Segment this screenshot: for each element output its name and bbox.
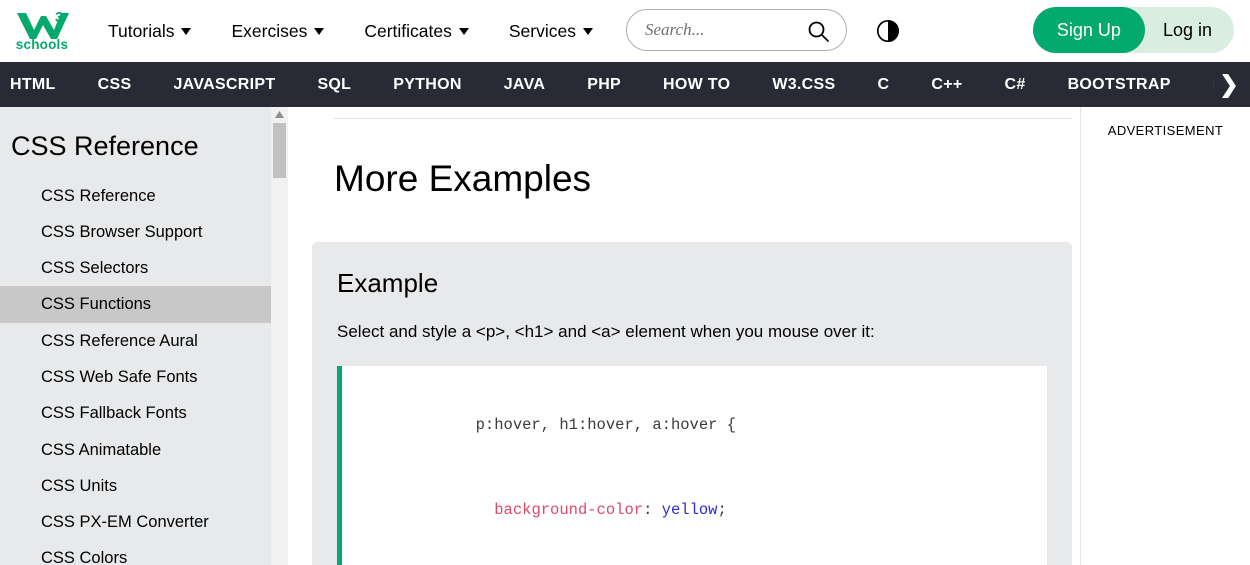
- tab-sql[interactable]: SQL: [317, 76, 351, 94]
- main-content: More Examples Example Select and style a…: [288, 107, 1080, 565]
- sidebar-item-css-functions[interactable]: CSS Functions: [0, 286, 288, 323]
- tab-html[interactable]: HTML: [10, 76, 56, 94]
- tab-javascript[interactable]: JAVASCRIPT: [173, 76, 275, 94]
- nav-item-label: Services: [508, 20, 576, 41]
- example-description: Select and style a <p>, <h1> and <a> ele…: [337, 321, 875, 341]
- tab-bootstrap[interactable]: BOOTSTRAP: [1068, 76, 1171, 94]
- page-title: More Examples: [334, 158, 592, 199]
- sidebar-list: CSS Reference CSS Browser Support CSS Se…: [0, 178, 288, 565]
- w3schools-logo[interactable]: 3 schools: [8, 10, 76, 52]
- code-semicolon: ;: [717, 501, 727, 520]
- svg-text:3: 3: [55, 10, 63, 26]
- nav-item-certificates[interactable]: Certificates: [364, 21, 469, 42]
- tab-c[interactable]: C: [877, 76, 889, 94]
- scroll-up-arrow-icon[interactable]: [271, 107, 288, 121]
- sidebar-item-css-colors[interactable]: CSS Colors: [0, 540, 288, 565]
- logo-w3-icon: 3: [17, 10, 69, 39]
- dark-mode-toggle[interactable]: [876, 19, 900, 43]
- content-top-divider: [334, 118, 1072, 119]
- sign-up-button[interactable]: Sign Up: [1032, 7, 1145, 53]
- advertisement-rail: ADVERTISEMENT: [1080, 107, 1250, 565]
- chevron-down-icon: [582, 27, 593, 35]
- nav-item-tutorials[interactable]: Tutorials: [108, 20, 192, 42]
- example-card: Example Select and style a <p>, <h1> and…: [312, 241, 1072, 565]
- half-circle-contrast-icon: [876, 19, 900, 43]
- chevron-down-icon: [458, 27, 469, 35]
- auth-button-group: Sign Up Log in: [1032, 7, 1234, 53]
- code-property: background-color: [494, 501, 644, 520]
- tab-cplusplus[interactable]: C++: [931, 76, 962, 94]
- sidebar-item-css-fallback-fonts[interactable]: CSS Fallback Fonts: [0, 395, 288, 431]
- code-selector: p:hover, h1:hover, a:hover {: [475, 416, 737, 435]
- nav-item-label: Tutorials: [108, 20, 175, 41]
- search-input[interactable]: [645, 20, 795, 40]
- nav-item-exercises[interactable]: Exercises: [231, 20, 325, 42]
- page-body: CSS Reference CSS Reference CSS Browser …: [0, 107, 1250, 565]
- chevron-down-icon: [314, 27, 325, 35]
- tab-csharp[interactable]: C#: [1005, 76, 1026, 94]
- sidebar-item-css-units[interactable]: CSS Units: [0, 468, 288, 504]
- code-line-2: background-color: yellow;: [364, 468, 1047, 553]
- tab-how-to[interactable]: HOW TO: [663, 76, 730, 94]
- log-in-button[interactable]: Log in: [1145, 7, 1234, 53]
- logo-mark: 3: [15, 10, 69, 40]
- example-heading: Example: [337, 267, 439, 298]
- sidebar-item-css-px-em-converter[interactable]: CSS PX-EM Converter: [0, 504, 288, 540]
- advertisement-label: ADVERTISEMENT: [1107, 123, 1224, 138]
- top-header: 3 schools Tutorials Exercises Certificat…: [0, 0, 1250, 62]
- code-colon: :: [643, 501, 662, 520]
- tab-css[interactable]: CSS: [98, 76, 132, 94]
- code-snippet: p:hover, h1:hover, a:hover { background-…: [337, 365, 1047, 565]
- sidebar-scrollbar-thumb[interactable]: [273, 123, 286, 178]
- sidebar-item-css-animatable[interactable]: CSS Animatable: [0, 432, 288, 468]
- sidebar-item-css-browser-support[interactable]: CSS Browser Support: [0, 214, 288, 250]
- code-line-3: }: [364, 553, 1047, 565]
- sidebar-item-css-reference[interactable]: CSS Reference: [0, 178, 288, 214]
- tab-python[interactable]: PYTHON: [393, 76, 461, 94]
- left-sidebar: CSS Reference CSS Reference CSS Browser …: [0, 107, 288, 565]
- tab-php[interactable]: PHP: [587, 76, 621, 94]
- sidebar-title: CSS Reference: [11, 131, 199, 161]
- search-icon[interactable]: [806, 19, 830, 48]
- nav-item-label: Exercises: [231, 20, 308, 41]
- search-box[interactable]: [626, 9, 847, 51]
- code-line-1: p:hover, h1:hover, a:hover {: [364, 383, 1047, 468]
- main-nav: Tutorials Exercises Certificates Service…: [108, 21, 633, 42]
- sidebar-item-css-selectors[interactable]: CSS Selectors: [0, 250, 288, 286]
- sidebar-scrollbar[interactable]: [271, 107, 288, 565]
- topic-tab-bar: HTML CSS JAVASCRIPT SQL PYTHON JAVA PHP …: [0, 62, 1250, 107]
- tab-java[interactable]: JAVA: [504, 76, 546, 94]
- code-value: yellow: [661, 501, 718, 520]
- nav-item-services[interactable]: Services: [509, 21, 593, 42]
- tab-scroll-right-icon[interactable]: ❯: [1214, 62, 1244, 107]
- sidebar-item-css-web-safe-fonts[interactable]: CSS Web Safe Fonts: [0, 359, 288, 395]
- tab-w3css[interactable]: W3.CSS: [772, 76, 835, 94]
- sidebar-item-css-reference-aural[interactable]: CSS Reference Aural: [0, 323, 288, 359]
- chevron-down-icon: [181, 27, 192, 35]
- nav-item-label: Certificates: [364, 20, 452, 41]
